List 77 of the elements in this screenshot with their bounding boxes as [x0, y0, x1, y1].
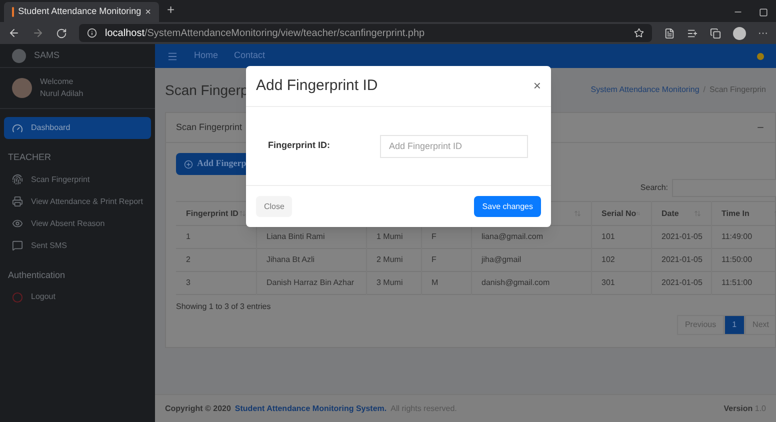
close-button[interactable]: Close [256, 196, 292, 217]
table-cell: 2021-01-05 [651, 226, 711, 248]
user-avatar [12, 78, 32, 98]
column-header[interactable]: Date [651, 202, 711, 226]
copyright-text: Copyright © 2020 [165, 402, 231, 414]
forward-icon[interactable] [32, 27, 44, 39]
user-name: Nurul Adilah [40, 88, 84, 100]
table-cell: 301 [591, 272, 651, 294]
footer-link[interactable]: Student Attendance Monitoring System. [234, 402, 387, 414]
table-cell: 2 [176, 248, 256, 272]
table-cell: 101 [591, 226, 651, 248]
tab-close-button[interactable]: × [145, 4, 151, 20]
table-cell: danish@gmail.com [471, 272, 591, 294]
refresh-icon[interactable] [56, 28, 67, 38]
collections-icon[interactable] [710, 28, 721, 38]
table-cell: F [421, 248, 471, 272]
menu-item-icon [12, 240, 23, 251]
star-icon[interactable] [634, 28, 644, 38]
table-cell: 2 Mumi [366, 248, 421, 272]
column-header[interactable]: Serial No [591, 202, 651, 226]
new-tab-button[interactable]: + [167, 0, 175, 19]
table-cell: 2021-01-05 [651, 248, 711, 272]
sidebar-item[interactable]: View Attendance & Print Report [4, 190, 151, 212]
navbar-link[interactable]: Home [194, 49, 218, 63]
circle-icon [12, 292, 23, 302]
table-cell: 11:49:00 [711, 226, 776, 248]
brand-name: SAMS [34, 48, 60, 62]
table-cell: 11:50:00 [711, 248, 776, 272]
table-cell: Jihana Bt Azli [256, 248, 366, 272]
navbar-link[interactable]: Contact [234, 49, 266, 63]
menu-item-icon [12, 174, 23, 185]
breadcrumb-separator: / [703, 84, 706, 96]
menu-item-icon [12, 196, 23, 207]
table-cell: 2021-01-05 [651, 272, 711, 294]
welcome-text: Welcome [40, 76, 74, 88]
profile-avatar[interactable] [733, 26, 746, 40]
sidebar-section-heading: Authentication [7, 268, 66, 282]
sidebar-item[interactable]: Sent SMS [4, 234, 151, 256]
entries-info: Showing 1 to 3 of 3 entries [176, 301, 272, 313]
address-bar[interactable]: localhost/SystemAttendanceMonitoring/view/teacher/scanfingerprint.php [79, 24, 652, 42]
reading-view-icon[interactable] [664, 28, 675, 38]
maximize-icon[interactable] [759, 8, 768, 16]
more-button[interactable]: ··· [758, 26, 768, 40]
url-text: localhost/SystemAttendanceMonitoring/view/teacher/scanfingerprint.php [105, 26, 425, 40]
plus-icon [184, 160, 193, 168]
table-cell: Danish Harraz Bin Azhar [256, 272, 366, 294]
brand-logo [12, 48, 26, 62]
sidebar-item[interactable]: Logout [4, 286, 151, 308]
table-cell: 3 Mumi [366, 272, 421, 294]
menu-item-icon [12, 218, 23, 229]
pagination-button[interactable]: 1 [724, 315, 745, 335]
info-icon [87, 28, 97, 38]
back-icon[interactable] [8, 27, 20, 39]
table-cell: 3 [176, 272, 256, 294]
fingerprint-id-field[interactable]: Add Fingerprint ID [380, 134, 528, 158]
sidebar-item[interactable]: View Absent Reason [4, 212, 151, 234]
table-cell: jiha@gmail [471, 248, 591, 272]
table-cell: 11:51:00 [711, 272, 776, 294]
menu-item-icon [12, 122, 23, 134]
table-cell: 102 [591, 248, 651, 272]
tab-title: Student Attendance Monitoring [18, 5, 142, 18]
favorites-icon[interactable] [687, 28, 698, 38]
menu-icon[interactable] [167, 50, 178, 62]
breadcrumb-link[interactable]: System Attendance Monitoring [590, 84, 700, 96]
table-cell: M [421, 272, 471, 294]
field-label: Fingerprint ID: [268, 139, 331, 152]
notification-icon[interactable] [757, 52, 764, 60]
save-button[interactable]: Save changes [474, 196, 541, 217]
search-label: Search: [640, 182, 668, 194]
browser-tab[interactable]: Student Attendance Monitoring × [4, 2, 159, 22]
column-header[interactable]: Time In [711, 202, 776, 226]
sidebar-item[interactable]: Dashboard [4, 117, 151, 139]
card-title: Scan Fingerprint [176, 120, 242, 134]
modal-title: Add Fingerprint ID [256, 76, 378, 96]
modal-close-button[interactable]: × [533, 76, 541, 96]
sidebar-item[interactable]: Scan Fingerprint [4, 168, 151, 190]
sidebar-section-heading: TEACHER [7, 151, 52, 164]
